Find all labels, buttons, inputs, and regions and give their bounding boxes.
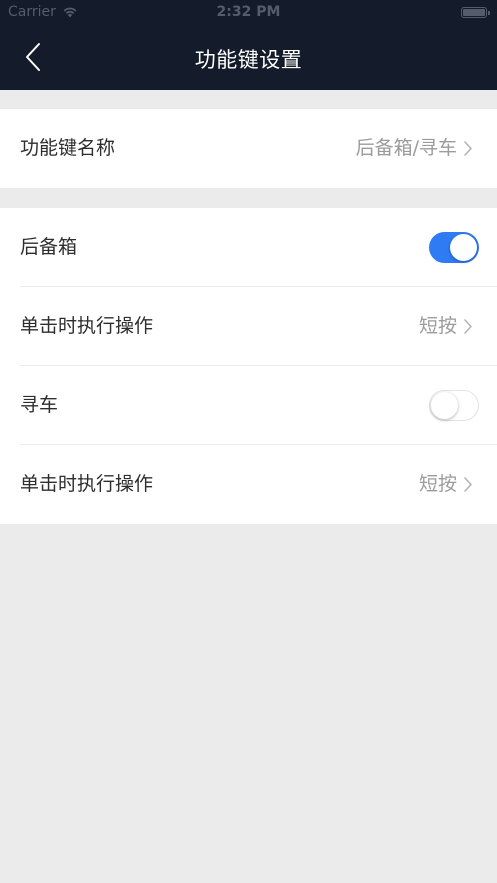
find-car-row: 寻车 — [0, 366, 497, 445]
battery-icon — [461, 7, 490, 18]
find-car-label: 寻车 — [20, 394, 59, 416]
trunk-action-row[interactable]: 单击时执行操作 短按 — [0, 287, 497, 366]
toggle-knob — [431, 391, 458, 419]
status-time: 2:32 PM — [216, 4, 281, 20]
key-actions-section: 后备箱 单击时执行操作 短按 寻车 单击时执行操作 短按 — [0, 208, 497, 524]
find-car-action-value: 短按 — [418, 473, 457, 495]
chevron-right-icon — [464, 141, 472, 156]
screen: Carrier 2:32 PM 功能键设置 功能键名称 后备箱/寻车 后备箱 单… — [0, 0, 497, 883]
find-car-toggle[interactable] — [429, 390, 479, 421]
trunk-label: 后备箱 — [20, 236, 78, 258]
find-car-action-row[interactable]: 单击时执行操作 短按 — [0, 445, 497, 524]
chevron-right-icon — [464, 477, 472, 492]
trunk-action-label: 单击时执行操作 — [20, 315, 154, 337]
toggle-knob — [450, 234, 477, 261]
trunk-row: 后备箱 — [0, 208, 497, 287]
page-title: 功能键设置 — [194, 48, 303, 72]
find-car-action-label: 单击时执行操作 — [20, 473, 154, 495]
battery-level — [463, 9, 485, 16]
trunk-action-value: 短按 — [418, 315, 457, 337]
trunk-toggle[interactable] — [429, 232, 479, 263]
key-name-section: 功能键名称 后备箱/寻车 — [0, 109, 497, 188]
key-name-row[interactable]: 功能键名称 后备箱/寻车 — [0, 109, 497, 188]
nav-bar: 功能键设置 — [0, 26, 497, 90]
key-name-value: 后备箱/寻车 — [355, 137, 457, 159]
status-bar: Carrier 2:32 PM — [0, 0, 497, 26]
battery-tip — [488, 11, 490, 15]
chevron-right-icon — [464, 319, 472, 334]
key-name-label: 功能键名称 — [20, 137, 116, 159]
